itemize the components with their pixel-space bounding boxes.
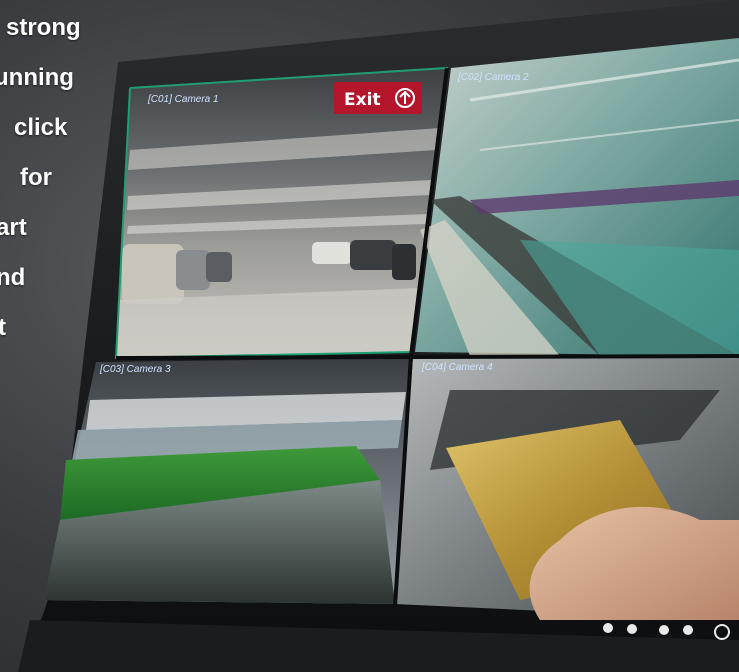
- camera-4-label: [C04] Camera 4: [421, 362, 493, 373]
- camera-2-label: [C02] Camera 2: [457, 72, 529, 83]
- camera-3-feed: [44, 358, 409, 604]
- camera-4-feed: [395, 356, 739, 620]
- selected-feed-frame: [114, 66, 449, 360]
- bezel-bottom: [18, 620, 739, 672]
- camera-3-label: [C03] Camera 3: [99, 364, 171, 375]
- promo-text: strong unning click for art nd t: [0, 0, 140, 360]
- promo-line-3: click: [14, 114, 68, 141]
- exit-sign: Exit: [334, 82, 422, 114]
- monitor-button-3[interactable]: [659, 625, 669, 635]
- monitor-control-buttons: [603, 623, 730, 640]
- promo-line-7: t: [0, 314, 6, 341]
- credit-card: [446, 420, 700, 600]
- promo-line-4: for: [20, 164, 52, 191]
- promo-line-5: art: [0, 214, 27, 241]
- hand: [529, 506, 739, 620]
- monitor-button-2[interactable]: [627, 624, 637, 634]
- camera-1-label: [C01] Camera 1: [147, 94, 219, 105]
- promo-line-6: nd: [0, 264, 26, 291]
- arrow-up-circle-icon: [395, 88, 415, 108]
- promo-line-2: unning: [0, 64, 74, 91]
- monitor-button-1[interactable]: [603, 623, 613, 633]
- monitor-button-4[interactable]: [683, 625, 693, 635]
- power-button[interactable]: [714, 624, 730, 640]
- camera-1-feed: [116, 68, 447, 358]
- camera-2-feed: [415, 38, 739, 356]
- exit-sign-text: Exit: [344, 90, 381, 110]
- promo-line-1: strong: [6, 14, 81, 41]
